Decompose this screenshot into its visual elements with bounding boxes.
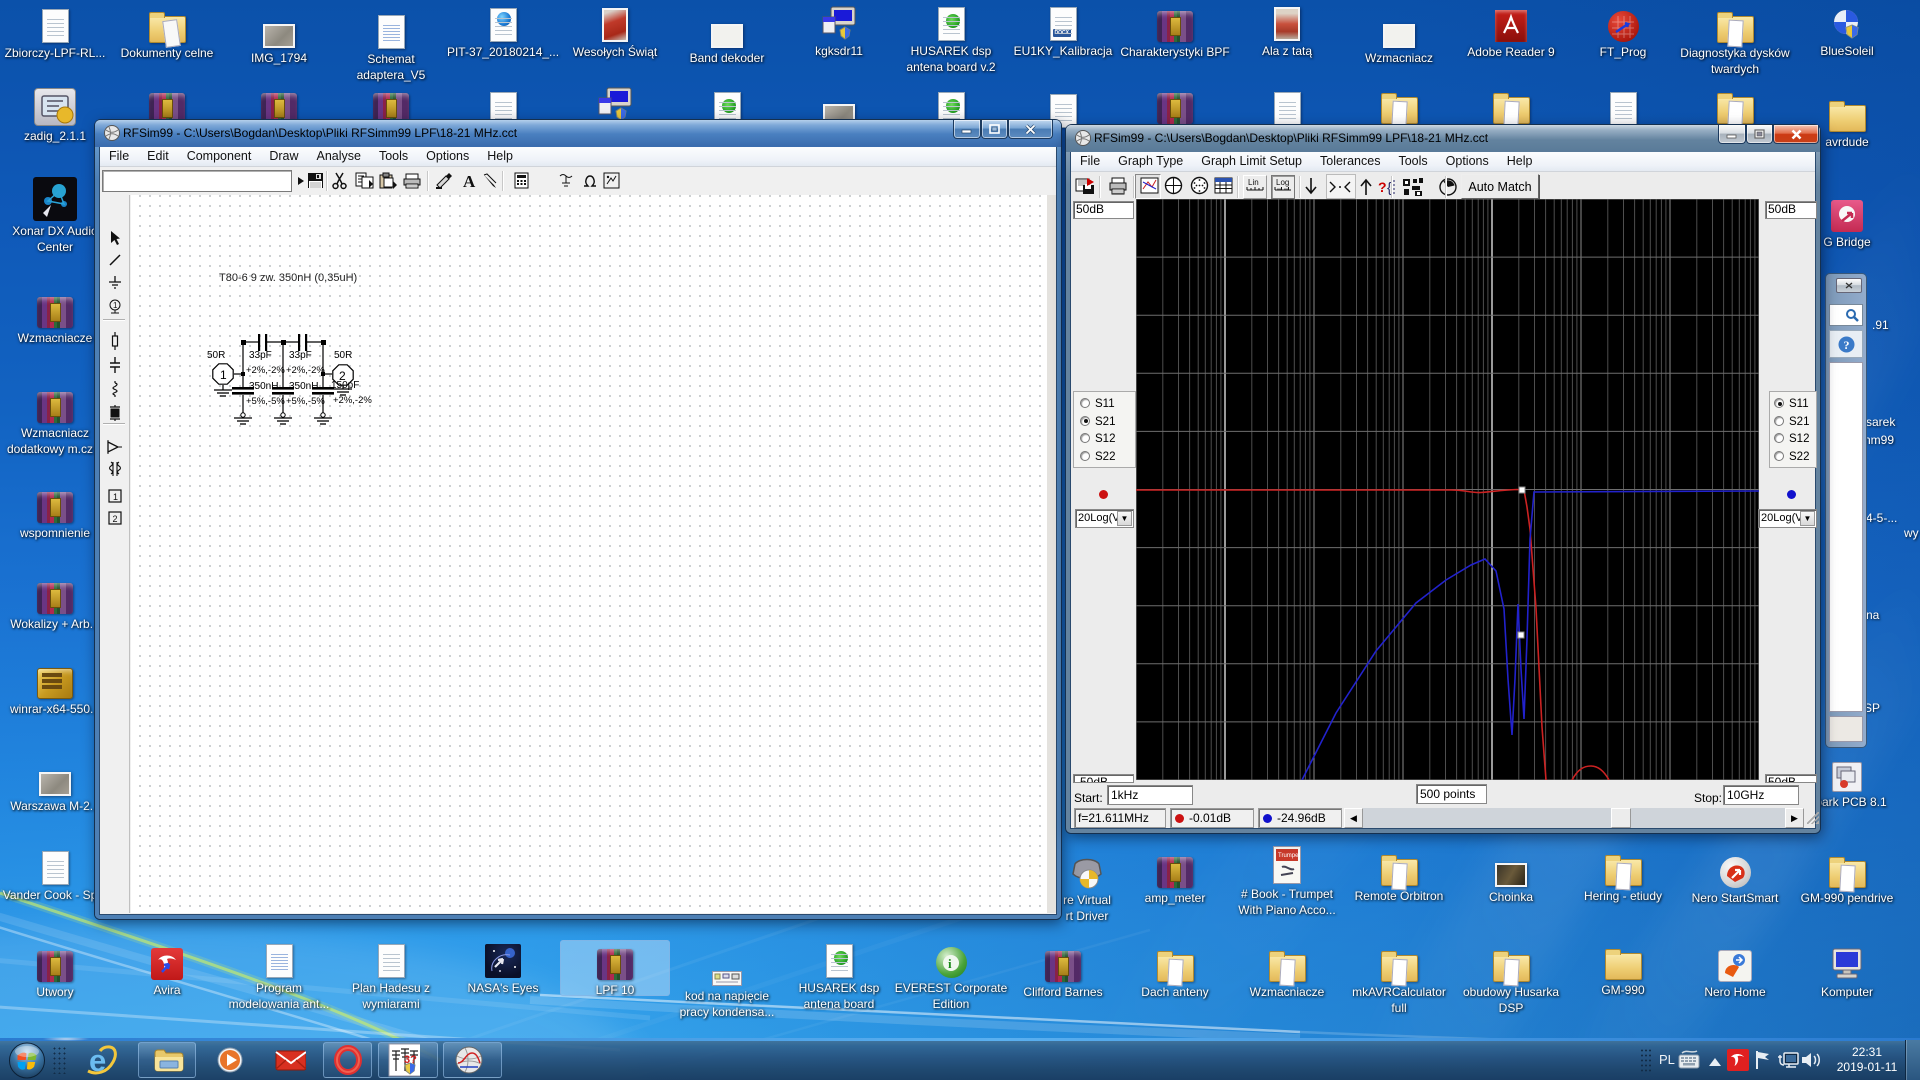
svg-text:1: 1 [113, 492, 118, 502]
svg-text:Lin: Lin [1248, 178, 1259, 187]
svg-text:350nH: 350nH [249, 381, 278, 392]
svg-text:Log: Log [1276, 178, 1289, 187]
svg-text:33pF: 33pF [289, 350, 312, 361]
svg-text:1: 1 [113, 301, 118, 310]
svg-text:Trumpet: Trumpet [1278, 853, 1300, 859]
svg-text:?: ? [1378, 179, 1387, 195]
svg-text:A: A [463, 172, 476, 190]
svg-text:50R: 50R [334, 350, 352, 361]
svg-text:150pF: 150pF [331, 380, 359, 391]
svg-text:2: 2 [112, 514, 117, 524]
svg-text:+2%,-2%: +2%,-2% [286, 365, 325, 376]
svg-text:350nH: 350nH [289, 381, 318, 392]
svg-text:i: i [948, 956, 952, 971]
svg-text:1: 1 [220, 368, 227, 382]
svg-text:33pF: 33pF [249, 350, 272, 361]
svg-text:T80-6 9 zw. 350nH (0,35uH): T80-6 9 zw. 350nH (0,35uH) [219, 272, 357, 284]
svg-text:+2%,-2%: +2%,-2% [246, 365, 285, 376]
svg-text:+5%,-5%: +5%,-5% [246, 396, 285, 407]
svg-text:+2%,-2%: +2%,-2% [333, 395, 372, 406]
svg-text:?: ? [1844, 338, 1850, 352]
svg-text:+5%,-5%: +5%,-5% [286, 396, 325, 407]
svg-text:50R: 50R [207, 350, 225, 361]
